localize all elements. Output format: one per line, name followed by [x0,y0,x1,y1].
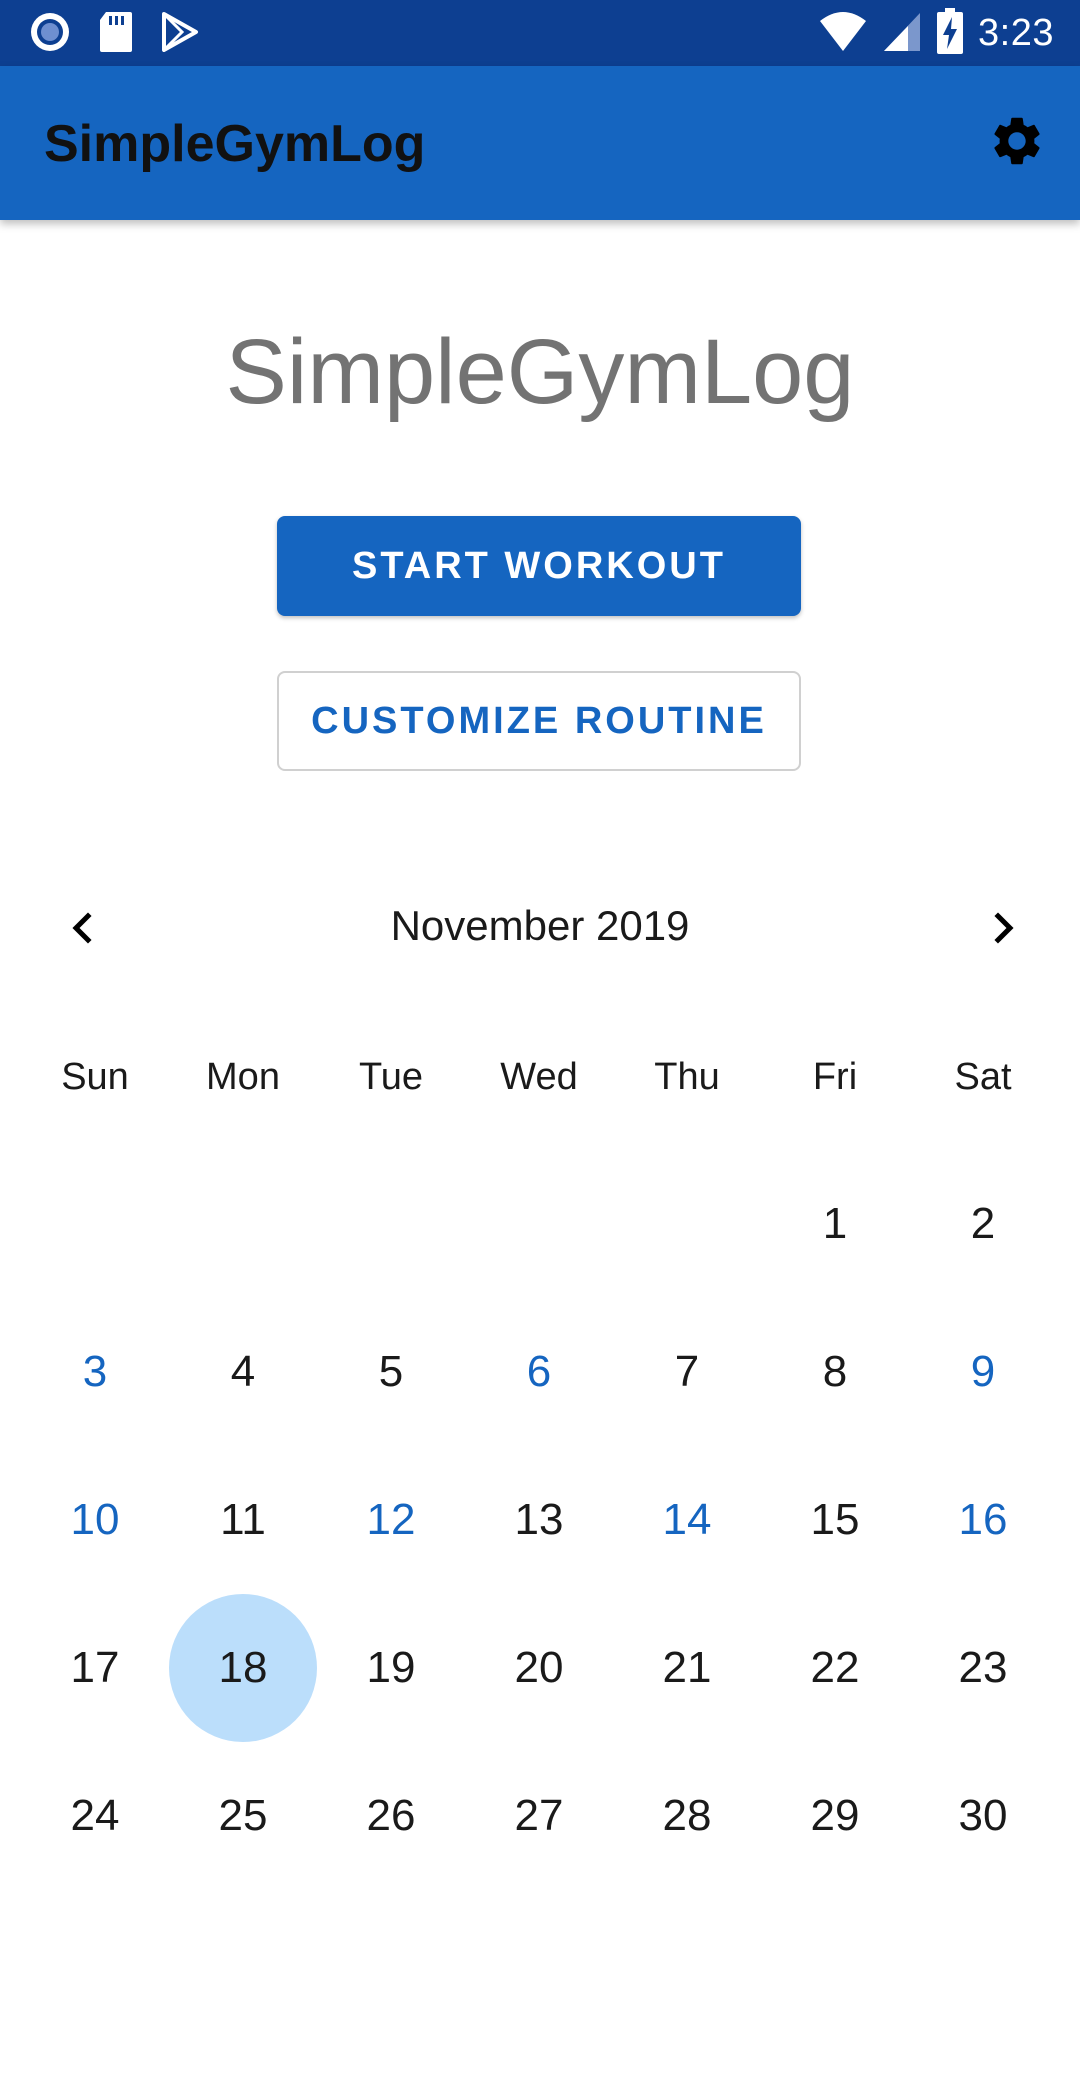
calendar-day-number: 26 [366,1791,416,1840]
calendar-day-number: 18 [218,1643,268,1692]
weekday-label: Sat [954,1056,1012,1098]
status-bar: 3:23 [0,0,1080,66]
calendar-day[interactable]: 13 [465,1446,613,1594]
customize-routine-button[interactable]: CUSTOMIZE ROUTINE [277,671,801,771]
calendar-day-number: 17 [70,1643,120,1692]
calendar-day-number: 4 [230,1347,256,1396]
calendar-day-number: 29 [810,1791,860,1840]
chevron-right-icon[interactable] [974,898,1034,958]
weekday-label: Sun [61,1056,129,1098]
calendar-day-number: 7 [674,1347,700,1396]
calendar-day[interactable]: 20 [465,1594,613,1742]
calendar-blank-cell [169,1150,317,1298]
wifi-icon [818,9,868,58]
calendar-day-number: 30 [958,1791,1008,1840]
calendar-day[interactable]: 27 [465,1742,613,1890]
calendar-day-number: 9 [970,1347,996,1396]
month-label: November 2019 [390,902,690,949]
weekday-label: Fri [812,1056,858,1098]
calendar-blank-cell [317,1150,465,1298]
calendar-day[interactable]: 30 [909,1742,1057,1890]
cell-signal-icon [882,9,922,58]
calendar-day[interactable]: 9 [909,1298,1057,1446]
calendar-day-number: 10 [70,1495,120,1544]
calendar-day-number: 2 [970,1199,996,1248]
weekday-label: Tue [358,1056,424,1098]
calendar-day-number: 8 [822,1347,848,1396]
record-icon [28,10,72,59]
play-store-icon [160,12,200,57]
weekday-row: Sun Mon Tue Wed Thu Fri Sat [21,1040,1057,1114]
calendar-day[interactable]: 8 [761,1298,909,1446]
calendar-day[interactable]: 26 [317,1742,465,1890]
calendar-blank-cell [465,1150,613,1298]
weekday-label: Mon [206,1056,280,1098]
calendar-day-number: 20 [514,1643,564,1692]
calendar-day[interactable]: 2 [909,1150,1057,1298]
weekday-label: Wed [500,1056,578,1098]
calendar-day-number: 3 [82,1347,108,1396]
calendar-day-number: 1 [822,1199,848,1248]
calendar-day[interactable]: 5 [317,1298,465,1446]
sd-card-icon [98,10,134,59]
calendar-day[interactable]: 28 [613,1742,761,1890]
calendar-day[interactable]: 7 [613,1298,761,1446]
calendar-day[interactable]: 11 [169,1446,317,1594]
app-bar-title: SimpleGymLog [44,115,426,173]
calendar-day[interactable]: 6 [465,1298,613,1446]
calendar-day[interactable]: 10 [21,1446,169,1594]
calendar-day[interactable]: 16 [909,1446,1057,1594]
calendar-day[interactable]: 24 [21,1742,169,1890]
calendar-blank-cell [21,1150,169,1298]
calendar-day[interactable]: 22 [761,1594,909,1742]
calendar-day[interactable]: 23 [909,1594,1057,1742]
calendar-header: November 2019 [0,890,1080,964]
calendar-day-number: 19 [366,1643,416,1692]
gear-icon[interactable] [988,112,1046,170]
calendar-day[interactable]: 19 [317,1594,465,1742]
battery-charging-icon [936,8,964,59]
calendar-day-number: 11 [220,1495,266,1544]
page-title: SimpleGymLog [225,321,855,423]
start-workout-button[interactable]: START WORKOUT [277,516,801,616]
calendar-day-number: 16 [958,1495,1008,1544]
calendar-day-number: 5 [378,1347,404,1396]
status-bar-left [28,10,226,59]
calendar-day-number: 21 [662,1643,712,1692]
calendar-day-number: 25 [218,1791,268,1840]
calendar-day-number: 22 [810,1643,860,1692]
calendar-day[interactable]: 14 [613,1446,761,1594]
calendar-day[interactable]: 21 [613,1594,761,1742]
calendar-day[interactable]: 3 [21,1298,169,1446]
calendar-day-number: 14 [662,1495,712,1544]
calendar-day-number: 15 [810,1495,860,1544]
calendar-grid: 1 2 3 4 5 6 7 8 9 10 11 12 13 14 15 16 17 18 19 20 21 22 23 24 2… [21,1150,1057,1890]
calendar-day-selected[interactable]: 18 [169,1594,317,1742]
calendar-day-number: 27 [514,1791,564,1840]
calendar-day-number: 28 [662,1791,712,1840]
calendar-day-number: 13 [514,1495,564,1544]
calendar-day[interactable]: 15 [761,1446,909,1594]
app-bar: SimpleGymLog [0,66,1080,220]
calendar-day[interactable]: 17 [21,1594,169,1742]
calendar-day[interactable]: 1 [761,1150,909,1298]
calendar-day[interactable]: 29 [761,1742,909,1890]
calendar-day-number: 23 [958,1643,1008,1692]
status-bar-right: 3:23 [804,8,1054,59]
calendar-day-number: 12 [366,1495,416,1544]
calendar-day[interactable]: 4 [169,1298,317,1446]
calendar-day-number: 6 [526,1347,552,1396]
calendar-day[interactable]: 12 [317,1446,465,1594]
calendar-day[interactable]: 25 [169,1742,317,1890]
calendar-blank-cell [613,1150,761,1298]
calendar-day-number: 24 [70,1791,120,1840]
clock: 3:23 [978,12,1054,54]
weekday-label: Thu [654,1056,720,1098]
